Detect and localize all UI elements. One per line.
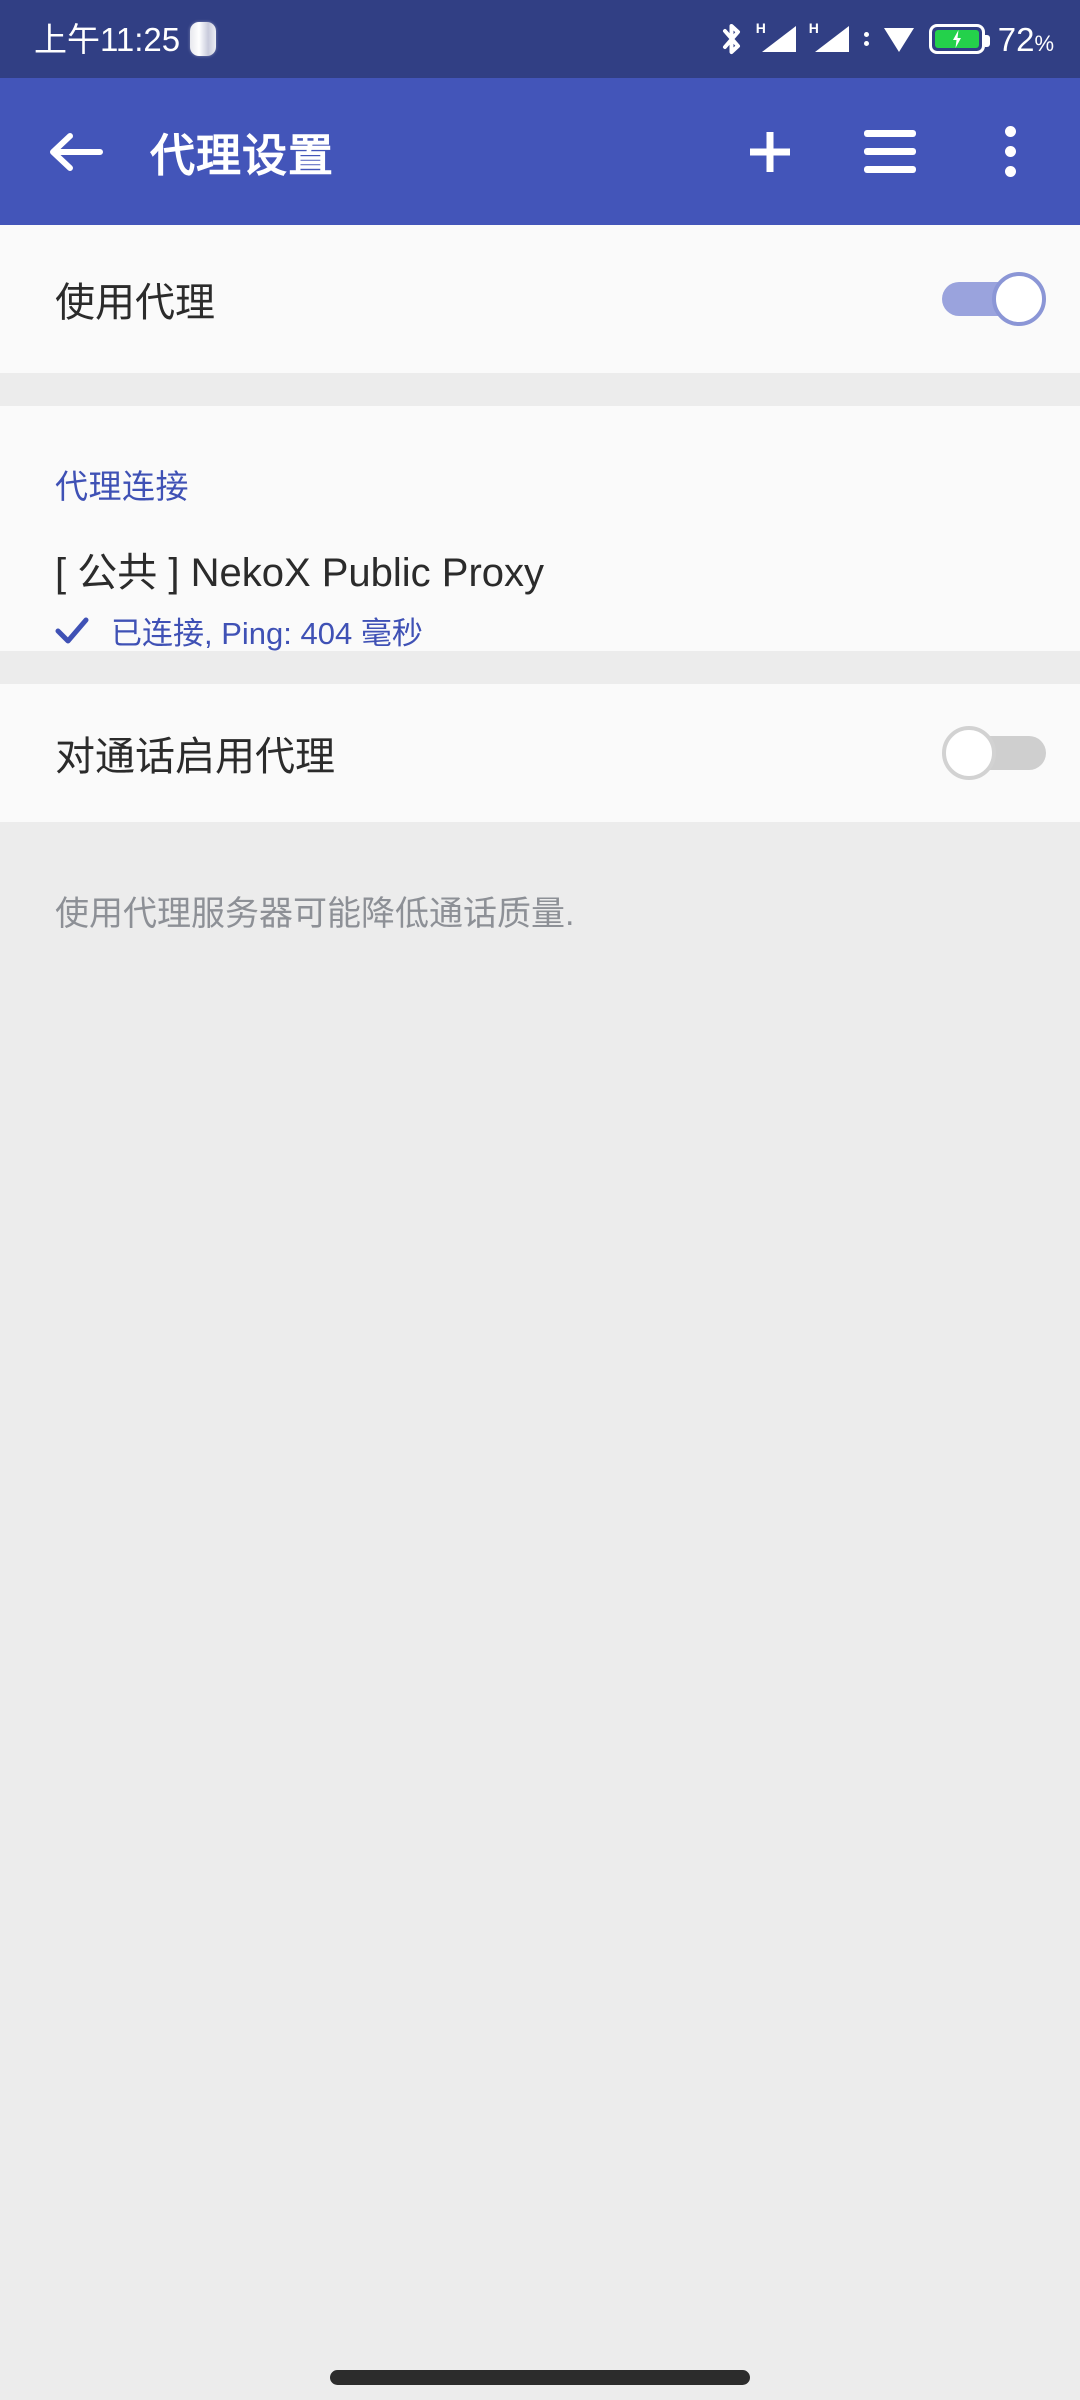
hamburger-icon: [864, 130, 916, 173]
bluetooth-icon: [722, 24, 740, 54]
status-clock: 上午11:25: [34, 20, 181, 58]
app-bar: 代理设置: [0, 78, 1080, 225]
signal-h-icon: H: [755, 20, 798, 54]
page-background-area: [0, 822, 1080, 2400]
menu-button[interactable]: [854, 116, 926, 188]
add-proxy-button[interactable]: [734, 116, 806, 188]
app-bar-actions: [734, 116, 1046, 188]
battery-percent: 72%: [997, 20, 1054, 58]
home-indicator[interactable]: [330, 2370, 750, 2385]
toggle-thumb: [992, 272, 1046, 326]
use-proxy-toggle[interactable]: [942, 270, 1046, 328]
back-button[interactable]: [34, 110, 118, 194]
sim-indicator-dots: [863, 32, 869, 46]
use-proxy-label: 使用代理: [55, 281, 215, 325]
overflow-button[interactable]: [974, 116, 1046, 188]
plus-icon: [750, 131, 790, 172]
calls-proxy-footnote: 使用代理服务器可能降低通话质量.: [55, 895, 575, 933]
toggle-thumb: [942, 726, 996, 780]
signal-type-label-2: H: [808, 20, 819, 36]
calls-proxy-toggle[interactable]: [942, 724, 1046, 782]
calls-proxy-label: 对通话启用代理: [55, 735, 335, 779]
capsule-icon: [190, 22, 217, 56]
proxy-item-status-row: 已连接, Ping: 404 毫秒: [55, 608, 423, 653]
battery-charging-icon: [928, 24, 990, 54]
section-divider-1: [0, 373, 1080, 406]
status-bar-right: H H 72%: [719, 20, 1054, 58]
section-divider-2: [0, 651, 1080, 684]
signal-h-icon-2: H: [808, 20, 851, 54]
proxy-item-status: 已连接, Ping: 404 毫秒: [111, 616, 423, 651]
phone-screen: 上午11:25 H H 72% 代理设置 使用代理 代理连接 [公共] Ne…: [0, 0, 1080, 2400]
use-proxy-section: 使用代理: [0, 225, 1080, 373]
page-title: 代理设置: [150, 130, 335, 181]
vpn-shield-icon: [883, 28, 914, 52]
calls-proxy-row[interactable]: 对通话启用代理: [0, 684, 1080, 822]
kebab-icon: [1004, 126, 1016, 177]
arrow-left-icon: [50, 132, 103, 171]
proxy-item-title[interactable]: [ 公共 ] NekoX Public Proxy: [55, 540, 544, 598]
signal-type-label: H: [755, 20, 766, 36]
status-bar-left: 上午11:25: [34, 20, 217, 58]
use-proxy-row[interactable]: 使用代理: [0, 225, 1080, 373]
calls-proxy-section: 对通话启用代理: [0, 684, 1080, 822]
check-icon: [55, 617, 89, 643]
status-bar: 上午11:25 H H 72%: [0, 0, 1080, 78]
proxy-connection-header: 代理连接: [55, 468, 189, 505]
